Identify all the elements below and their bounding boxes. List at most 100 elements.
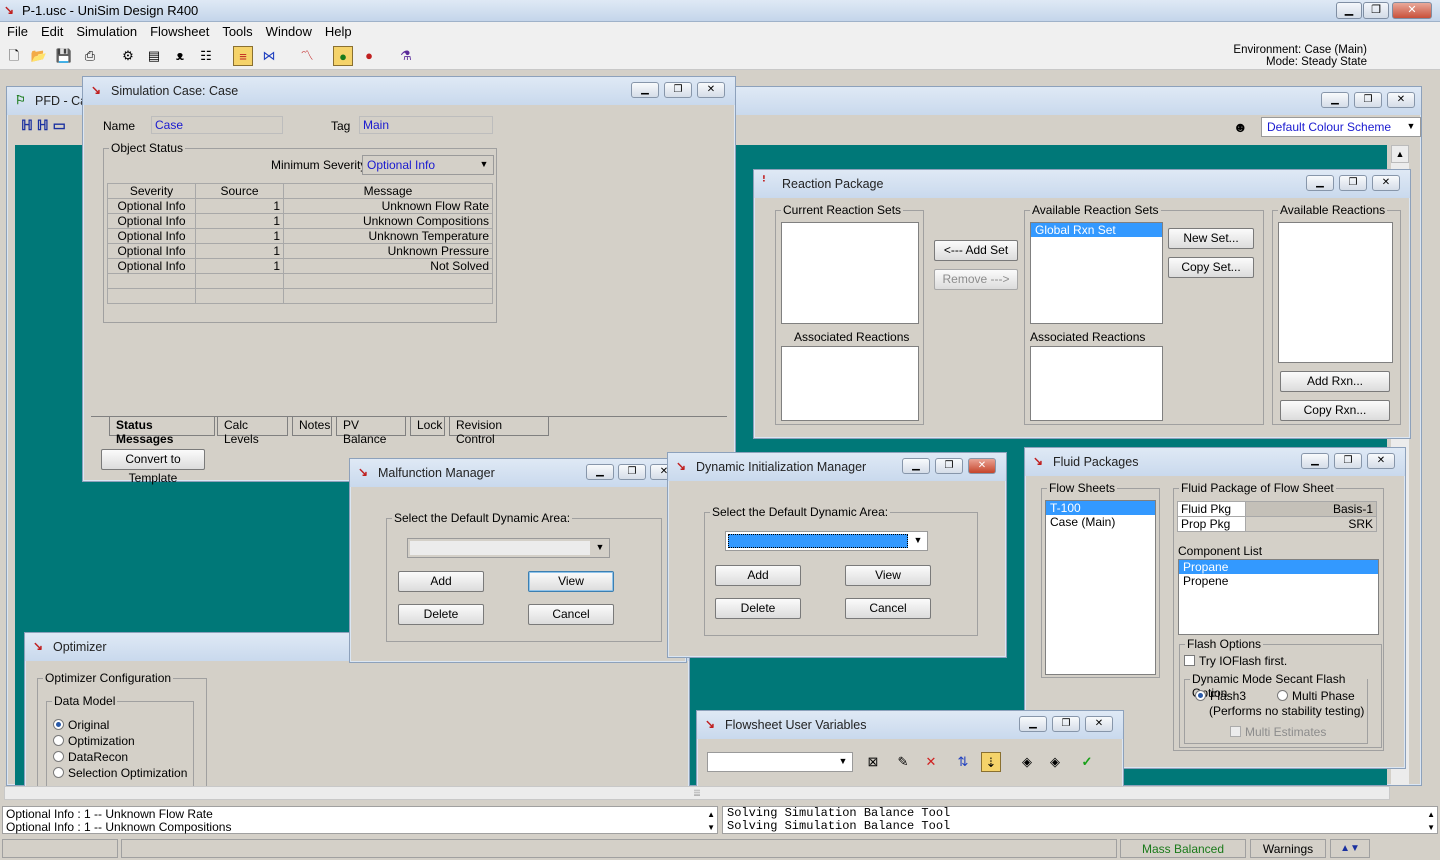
tab-lock[interactable]: Lock (410, 417, 445, 436)
move-up-icon[interactable]: ◈ (1017, 752, 1037, 772)
fsvars-minimize-button[interactable]: ▁ (1019, 716, 1047, 732)
dyninit-area-select[interactable]: ▼ (725, 531, 928, 551)
workbook-icon[interactable]: ▤ (144, 46, 164, 66)
restore-button[interactable]: ❐ (1363, 2, 1389, 19)
try-ioflash-checkbox[interactable]: Try IOFlash first. (1184, 654, 1287, 668)
dyninit-restore-button[interactable]: ❐ (935, 458, 963, 474)
tab-revision-control[interactable]: Revision Control (449, 417, 549, 446)
min-severity-select[interactable]: Optional Info ▼ (362, 155, 494, 175)
solver-active-icon[interactable]: ● (333, 46, 353, 66)
colour-scheme-select[interactable]: Default Colour Scheme ▼ (1261, 117, 1421, 137)
fluid-minimize-button[interactable]: ▁ (1301, 453, 1329, 469)
malfunction-cancel-button[interactable]: Cancel (528, 604, 614, 625)
available-sets-list[interactable]: Global Rxn Set (1030, 222, 1163, 324)
menu-file[interactable]: File (0, 22, 34, 39)
pfd-minimize-button[interactable]: ▁ (1321, 92, 1349, 108)
print-icon[interactable]: ⎙ (80, 46, 100, 66)
list-item[interactable]: Global Rxn Set (1031, 223, 1162, 237)
menu-help[interactable]: Help (318, 22, 358, 39)
solver-hold-icon[interactable]: ● (359, 46, 379, 66)
scroll-arrows-icon[interactable]: ▲ ▼ (1427, 808, 1435, 834)
fsvars-close-button[interactable]: ✕ (1085, 716, 1113, 732)
menu-flowsheet[interactable]: Flowsheet (143, 22, 215, 39)
malfunction-restore-button[interactable]: ❐ (618, 464, 646, 480)
warning-nav-icon[interactable]: ▲▼ (1330, 839, 1370, 858)
scroll-up-icon[interactable]: ▲ (1391, 145, 1409, 163)
prop-pkg-value[interactable]: SRK (1245, 516, 1377, 532)
pfd-tool-icons[interactable]: ℍ ℍ ▭ (21, 117, 66, 134)
add-set-button[interactable]: <--- Add Set (934, 240, 1018, 261)
fsvars-select[interactable]: ▼ (707, 752, 853, 772)
table-row[interactable]: Optional Info 1 Unknown Temperature (107, 228, 493, 244)
dyninit-minimize-button[interactable]: ▁ (902, 458, 930, 474)
tag-field[interactable]: Main (359, 116, 493, 134)
tab-notes[interactable]: Notes (292, 417, 332, 436)
name-field[interactable]: Case (151, 116, 283, 134)
graph-icon[interactable]: 〽 (297, 46, 317, 66)
open-folder-icon[interactable]: 📂 (29, 46, 49, 66)
tab-pv-balance[interactable]: PV Balance (336, 417, 406, 446)
datarecon-radio[interactable]: DataRecon (53, 750, 128, 764)
scroll-arrows-icon[interactable]: ▲ ▼ (707, 808, 715, 834)
sim-case-minimize-button[interactable]: ▁ (631, 82, 659, 98)
fsvars-restore-button[interactable]: ❐ (1052, 716, 1080, 732)
sim-case-close-button[interactable]: ✕ (697, 82, 725, 98)
binoculars-icon[interactable]: ᴥ (170, 46, 190, 66)
exchanger-icon[interactable]: ⋈ (259, 46, 279, 66)
fluid-restore-button[interactable]: ❐ (1334, 453, 1362, 469)
assoc-reactions-list-2[interactable] (1030, 346, 1163, 421)
reaction-restore-button[interactable]: ❐ (1339, 175, 1367, 191)
menu-window[interactable]: Window (259, 22, 318, 39)
new-file-icon[interactable]: 🗋 (4, 46, 24, 66)
malfunction-view-button[interactable]: View (528, 571, 614, 592)
sim-case-restore-button[interactable]: ❐ (664, 82, 692, 98)
available-reactions-list[interactable] (1278, 222, 1393, 363)
sort-alpha-icon[interactable]: ⇅ (953, 752, 973, 772)
component-list[interactable]: Propane Propene (1178, 559, 1379, 635)
assoc-reactions-list-1[interactable] (781, 346, 919, 421)
malfunction-area-select[interactable]: ▼ (407, 538, 610, 558)
dyninit-delete-button[interactable]: Delete (715, 598, 801, 619)
reaction-minimize-button[interactable]: ▁ (1306, 175, 1334, 191)
edit-icon[interactable]: ✎ (893, 752, 913, 772)
dyninit-add-button[interactable]: Add (715, 565, 801, 586)
copy-set-button[interactable]: Copy Set... (1168, 257, 1254, 278)
flash3-radio[interactable]: Flash3 (1195, 689, 1246, 703)
list-item[interactable]: Propane (1179, 560, 1378, 574)
minimize-button[interactable]: ▁ (1336, 2, 1362, 19)
table-row[interactable]: Optional Info 1 Unknown Flow Rate (107, 198, 493, 214)
sort-numeric-icon[interactable]: ⇣ (981, 752, 1001, 772)
balance-icon[interactable]: ≡ (233, 46, 253, 66)
new-set-button[interactable]: New Set... (1168, 228, 1254, 249)
copy-rxn-button[interactable]: Copy Rxn... (1280, 400, 1390, 421)
pfd-restore-button[interactable]: ❐ (1354, 92, 1382, 108)
table-row[interactable]: Optional Info 1 Unknown Compositions (107, 213, 493, 229)
fluid-close-button[interactable]: ✕ (1367, 453, 1395, 469)
warnings-status[interactable]: Warnings (1250, 839, 1326, 858)
dyninit-cancel-button[interactable]: Cancel (845, 598, 931, 619)
checkmark-icon[interactable]: ✓ (1077, 752, 1097, 772)
malfunction-add-button[interactable]: Add (398, 571, 484, 592)
move-down-icon[interactable]: ◈ (1045, 752, 1065, 772)
fluid-pkg-value[interactable]: Basis-1 (1245, 501, 1377, 517)
list-item[interactable]: Propene (1179, 574, 1378, 588)
multi-estimates-checkbox[interactable]: Multi Estimates (1230, 725, 1326, 739)
tab-status-messages[interactable]: Status Messages (109, 417, 215, 446)
table-row[interactable]: Optional Info 1 Not Solved (107, 258, 493, 274)
malfunction-delete-button[interactable]: Delete (398, 604, 484, 625)
pfd-close-button[interactable]: ✕ (1387, 92, 1415, 108)
list-item[interactable]: T-100 (1046, 501, 1155, 515)
list-item[interactable]: Case (Main) (1046, 515, 1155, 529)
basis-icon[interactable]: ⚙ (118, 46, 138, 66)
tab-calc-levels[interactable]: Calc Levels (217, 417, 288, 446)
dyninit-view-button[interactable]: View (845, 565, 931, 586)
multi-phase-radio[interactable]: Multi Phase (1277, 689, 1355, 703)
convert-to-template-button[interactable]: Convert to Template (101, 449, 205, 485)
save-icon[interactable]: 💾 (54, 46, 74, 66)
menu-tools[interactable]: Tools (215, 22, 258, 39)
excel-icon[interactable]: ⊠ (863, 752, 883, 772)
table-row[interactable]: Optional Info 1 Unknown Pressure (107, 243, 493, 259)
flow-sheets-list[interactable]: T-100 Case (Main) (1045, 500, 1156, 675)
dyninit-close-button[interactable]: ✕ (968, 458, 996, 474)
selection-optimization-radio[interactable]: Selection Optimization (53, 766, 187, 780)
